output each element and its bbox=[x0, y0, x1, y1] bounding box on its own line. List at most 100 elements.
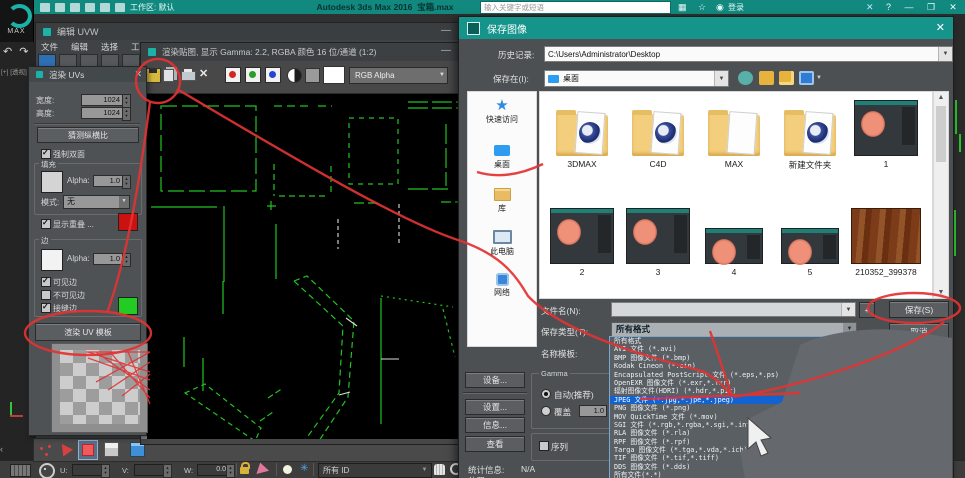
file-item[interactable]: 1 bbox=[850, 96, 922, 171]
file-item[interactable]: 5 bbox=[774, 204, 846, 277]
redo-icon[interactable] bbox=[100, 3, 110, 12]
close-button[interactable]: ✕ bbox=[944, 2, 962, 13]
v-spinner[interactable] bbox=[163, 464, 172, 478]
format-option[interactable]: RLA 图像文件 (*.rla) bbox=[610, 429, 853, 437]
overlap-color-swatch[interactable] bbox=[118, 213, 138, 231]
format-option[interactable]: PNG 图像文件 (*.png) bbox=[610, 404, 853, 412]
channel-dropdown[interactable]: RGB Alpha▼ bbox=[349, 67, 448, 84]
format-option[interactable]: AVI 文件 (*.avi) bbox=[610, 345, 853, 353]
minimize-button[interactable]: — bbox=[900, 2, 918, 12]
v-field[interactable] bbox=[134, 464, 166, 476]
file-item[interactable]: 3DMAX bbox=[546, 96, 618, 171]
undo-redo-icons[interactable]: ↶ ↷ bbox=[3, 45, 31, 58]
seam-color-swatch[interactable] bbox=[118, 297, 138, 315]
render-uvs-titlebar[interactable]: 渲染 UVs ✕ bbox=[29, 67, 146, 82]
edge-color-swatch[interactable] bbox=[41, 249, 63, 271]
login-link[interactable]: 登录 bbox=[728, 2, 744, 13]
format-option[interactable]: 所有格式 bbox=[610, 337, 853, 345]
print-icon[interactable] bbox=[181, 71, 196, 81]
timeline-left-arrow[interactable]: ‹ bbox=[0, 444, 3, 454]
back-icon[interactable] bbox=[738, 71, 753, 85]
file-item[interactable]: MAX bbox=[698, 96, 770, 171]
scroll-up-icon[interactable]: ▲ bbox=[934, 94, 948, 101]
up-folder-icon[interactable] bbox=[759, 71, 774, 85]
uv-canvas[interactable] bbox=[141, 94, 459, 439]
format-option[interactable]: Encapsulated PostScript 文件 (*.eps,*.ps) bbox=[610, 371, 853, 379]
u-spinner[interactable] bbox=[101, 464, 110, 478]
scroll-down-icon[interactable]: ▼ bbox=[934, 289, 948, 296]
menu-item[interactable]: 编辑 bbox=[71, 41, 88, 53]
format-option[interactable]: SGI 文件 (*.rgb,*.rgba,*.sgi,*.int,*.inta,… bbox=[610, 421, 853, 429]
edge-mode-icon[interactable] bbox=[57, 441, 73, 457]
format-option[interactable]: OpenEXR 图像文件 (*.exr,*.fxr) bbox=[610, 379, 853, 387]
filename-input[interactable]: ▼ bbox=[611, 302, 856, 317]
chevron-down-icon[interactable]: ▼ bbox=[816, 75, 822, 81]
face-mode-icon[interactable] bbox=[78, 440, 98, 460]
seam-edges-checkbox[interactable] bbox=[41, 303, 51, 313]
file-item[interactable]: 2 bbox=[546, 204, 618, 277]
guess-aspect-button[interactable]: 猜测纵横比 bbox=[37, 127, 139, 143]
info-button[interactable]: 信息... bbox=[465, 417, 525, 433]
cancel-button[interactable]: 取消 bbox=[889, 323, 949, 340]
selection-cursor-icon[interactable] bbox=[256, 463, 270, 478]
save-image-icon[interactable] bbox=[146, 68, 161, 83]
show-overlap-checkbox[interactable] bbox=[41, 219, 51, 229]
format-option[interactable]: Targa 图像文件 (*.tga,*.vda,*.icb) bbox=[610, 446, 853, 454]
sidebar-place[interactable]: 网络 bbox=[470, 270, 534, 310]
help-icon[interactable]: ? bbox=[886, 2, 891, 12]
sidebar-place[interactable]: 快速访问 bbox=[470, 98, 534, 138]
sidebar-place[interactable]: 此电脑 bbox=[470, 227, 534, 267]
file-item[interactable]: 210352_399378 bbox=[850, 204, 922, 277]
pan-icon[interactable] bbox=[434, 464, 445, 475]
save-dialog-titlebar[interactable]: 保存图像 ✕ bbox=[459, 17, 953, 39]
gamma-value-field[interactable]: 1.0 bbox=[579, 405, 607, 417]
material-id-dropdown[interactable]: 所有 ID▼ bbox=[318, 463, 432, 478]
format-option[interactable]: RPF 图像文件 (*.rpf) bbox=[610, 438, 853, 446]
height-spinner[interactable] bbox=[122, 107, 131, 121]
user-icon[interactable]: ◉ bbox=[716, 2, 724, 13]
fill-alpha-field[interactable]: 1.0 bbox=[93, 175, 123, 187]
gamma-auto-radio[interactable] bbox=[541, 389, 551, 399]
restore-button[interactable]: ❐ bbox=[922, 2, 940, 13]
exchange-icon[interactable]: ✕ bbox=[866, 2, 874, 13]
sidebar-place[interactable]: 桌面 bbox=[470, 141, 534, 181]
file-list-scrollbar[interactable]: ▲ ▼ bbox=[933, 91, 949, 299]
maxscript-icon[interactable] bbox=[10, 464, 31, 477]
sidebar-place[interactable]: 库 bbox=[470, 184, 534, 224]
format-option[interactable]: BMP 图像文件 (*.bmp) bbox=[610, 354, 853, 362]
search-input[interactable]: 输入关键字或短语 bbox=[480, 1, 671, 14]
vertex-mode-icon[interactable] bbox=[40, 445, 54, 456]
file-item[interactable]: 新建文件夹 bbox=[774, 96, 846, 171]
green-channel-icon[interactable] bbox=[245, 67, 261, 83]
edge-alpha-field[interactable]: 1.0 bbox=[93, 253, 123, 265]
mode-dropdown[interactable]: 无▼ bbox=[63, 195, 130, 209]
w-spinner[interactable] bbox=[226, 464, 235, 478]
save-in-dropdown[interactable]: 桌面 ▼ bbox=[544, 70, 729, 87]
clear-icon[interactable]: ✕ bbox=[199, 67, 208, 80]
lock-selection-icon[interactable] bbox=[240, 467, 249, 474]
mono-channel-icon[interactable] bbox=[305, 68, 320, 83]
device-button[interactable]: 设备... bbox=[465, 372, 525, 388]
background-color-swatch[interactable] bbox=[323, 66, 345, 84]
absolute-mode-icon[interactable] bbox=[39, 463, 55, 478]
checker-preview[interactable] bbox=[60, 350, 140, 424]
workspace-selector[interactable]: 工作区: 默认 bbox=[130, 2, 174, 13]
visible-edges-checkbox[interactable] bbox=[41, 277, 51, 287]
add-filename-button[interactable]: + bbox=[859, 302, 875, 318]
format-option[interactable]: 辐射图像文件(HDRI) (*.hdr,*.pic) bbox=[610, 387, 853, 395]
format-option[interactable]: MOV QuickTime 文件 (*.mov) bbox=[610, 413, 853, 421]
u-field[interactable] bbox=[72, 464, 104, 476]
render-map-titlebar[interactable]: 渲染贴图, 显示 Gamma: 2.2, RGBA 颜色 16 位/通道 (1:… bbox=[141, 43, 459, 61]
undo-icon[interactable] bbox=[85, 3, 95, 12]
w-field[interactable]: 0.0 bbox=[197, 464, 229, 476]
search-menu-icon[interactable]: ▦ bbox=[678, 2, 687, 13]
sequence-checkbox[interactable] bbox=[539, 441, 549, 451]
element-mode-icon[interactable] bbox=[104, 442, 119, 457]
width-spinner[interactable] bbox=[122, 94, 131, 108]
edge-alpha-spinner[interactable] bbox=[122, 253, 131, 267]
close-icon[interactable]: ✕ bbox=[936, 21, 945, 34]
scroll-thumb[interactable] bbox=[936, 106, 946, 162]
file-item[interactable]: 3 bbox=[622, 204, 694, 277]
setup-button[interactable]: 设置... bbox=[465, 399, 525, 415]
fill-color-swatch[interactable] bbox=[41, 171, 63, 193]
